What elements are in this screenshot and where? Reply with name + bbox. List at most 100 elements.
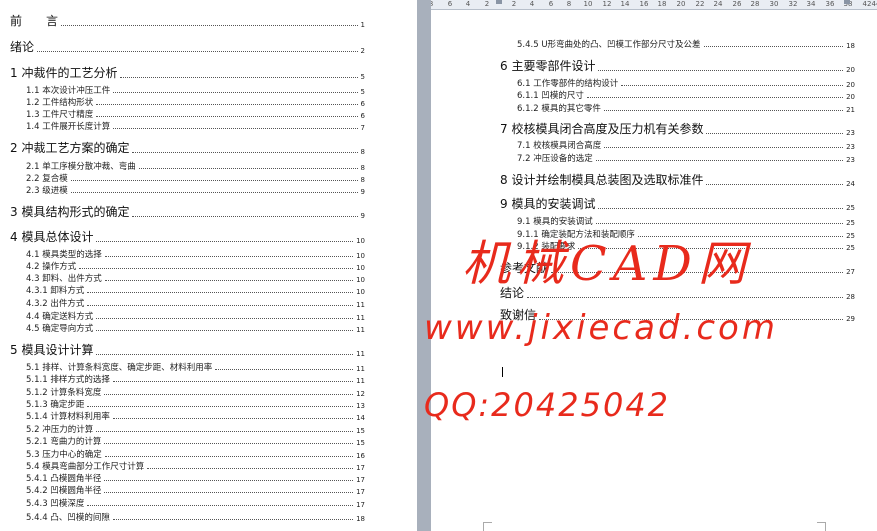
toc-dot-leader [147, 468, 354, 469]
toc-entry[interactable]: 5.1.4 计算材料利用率 14 [26, 410, 365, 422]
toc-page-number: 8 [360, 148, 365, 156]
toc-entry[interactable]: 结论 28 [500, 284, 855, 301]
toc-entry[interactable]: 4.5 确定导向方式 11 [26, 322, 365, 334]
toc-dot-leader [96, 431, 354, 432]
toc-page-number: 20 [846, 93, 855, 101]
toc-dot-leader [96, 116, 358, 117]
toc-entry[interactable]: 5.2 冲压力的计算 15 [26, 423, 365, 435]
toc-entry-title: 6 主要零部件设计 [500, 59, 596, 73]
toc-entry[interactable]: 5.1.2 计算条料宽度 12 [26, 386, 365, 398]
toc-page-number: 11 [356, 301, 365, 309]
toc-entry[interactable]: 5.4.5 U形弯曲处的凸、凹模工作部分尺寸及公差 18 [517, 38, 855, 50]
toc-entry[interactable]: 6.1 工作零部件的结构设计 20 [517, 77, 855, 89]
toc-entry[interactable]: 2.2 复合模 8 [26, 172, 365, 184]
toc-entry[interactable]: 4.3.2 出件方式 11 [26, 297, 365, 309]
toc-entry[interactable]: 1.4 工件展开长度计算 7 [26, 120, 365, 132]
toc-dot-leader [621, 85, 844, 86]
toc-entry-title: 5.4 模具弯曲部分工作尺寸计算 [26, 462, 145, 472]
toc-page-number: 5 [360, 88, 365, 96]
toc-entry[interactable]: 4.4 确定送料方式 11 [26, 310, 365, 322]
toc-entry[interactable]: 5.4.3 凹模深度 17 [26, 497, 365, 509]
toc-dot-leader [132, 216, 358, 217]
toc-dot-leader [604, 147, 844, 148]
toc-dot-leader [637, 236, 844, 237]
toc-entry[interactable]: 4.2 操作方式 10 [26, 260, 365, 272]
toc-entry-title: 4.1 模具类型的选择 [26, 250, 102, 260]
ruler-tick-label: 2 [511, 0, 517, 8]
toc-entry[interactable]: 5.2.1 弯曲力的计算 15 [26, 435, 365, 447]
toc-entry[interactable]: 2.1 单工序模分散冲裁、弯曲 8 [26, 160, 365, 172]
toc-entry[interactable]: 6.1.2 模具的其它零件 21 [517, 102, 855, 114]
toc-entry[interactable]: 4.3 卸料、出件方式 10 [26, 272, 365, 284]
toc-entry-title: 9.1 模具的安装调试 [517, 217, 593, 227]
toc-dot-leader [586, 97, 844, 98]
toc-entry-title: 5.4.3 凹模深度 [26, 499, 85, 509]
toc-entry[interactable]: 1.1 本次设计冲压工件 5 [26, 84, 365, 96]
toc-entry[interactable]: 绪论 2 [10, 38, 365, 55]
toc-entry[interactable]: 7 校核模具闭合高度及压力机有关参数 23 [500, 120, 855, 137]
toc-entry[interactable]: 8 设计并绘制模具总装图及选取标准件 24 [500, 171, 855, 188]
toc-entry-title: 5 模具设计计算 [10, 343, 94, 357]
horizontal-ruler[interactable]: 8642246810121416182022242628303234363842… [431, 0, 877, 10]
toc-page-number: 24 [846, 180, 855, 188]
toc-entry-title: 2.2 复合模 [26, 174, 68, 184]
toc-entry[interactable]: 9 模具的安装调试 25 [500, 195, 855, 212]
toc-entry[interactable]: 前 言 1 [10, 12, 365, 29]
ruler-indent-marker[interactable] [496, 0, 502, 4]
toc-entry-title: 6.1.1 凹模的尺寸 [517, 91, 584, 101]
toc-entry[interactable]: 1 冲裁件的工艺分析 5 [10, 64, 365, 81]
toc-entry[interactable]: 6.1.1 凹模的尺寸 20 [517, 89, 855, 101]
toc-entry[interactable]: 致谢信 29 [500, 306, 855, 323]
toc-dot-leader [578, 248, 844, 249]
ruler-indent-marker[interactable] [844, 0, 850, 4]
toc-dot-leader [87, 305, 354, 306]
toc-entry[interactable]: 5.1.3 确定步距 13 [26, 398, 365, 410]
toc-entry[interactable]: 1.3 工件尺寸精度 6 [26, 108, 365, 120]
toc-entry[interactable]: 5.1 排样、计算条料宽度、确定步距、材料利用率 11 [26, 361, 365, 373]
toc-entry[interactable]: 1.2 工件结构形状 6 [26, 96, 365, 108]
toc-entry[interactable]: 9.1.1 确定装配方法和装配顺序 25 [517, 228, 855, 240]
toc-entry-title: 4.3.1 卸料方式 [26, 286, 85, 296]
toc-entry-title: 7.2 冲压设备的选定 [517, 154, 593, 164]
toc-page-number: 18 [846, 42, 855, 50]
toc-entry[interactable]: 5.4.2 凹模圆角半径 17 [26, 484, 365, 496]
toc-entry[interactable]: 9.1.2 装配要求 25 [517, 240, 855, 252]
toc-dot-leader [113, 128, 358, 129]
document-page-left[interactable]: 前 言 1 绪论 2 1 冲裁件的工艺分析 5 1.1 本次设计冲压工件 5 1.2 工件结构形… [0, 0, 417, 531]
ruler-tick-label: 8 [431, 0, 433, 9]
ruler-tick-label: 8 [566, 0, 572, 8]
toc-entry-title: 8 设计并绘制模具总装图及选取标准件 [500, 173, 704, 187]
toc-entry[interactable]: 5.4 模具弯曲部分工作尺寸计算 17 [26, 460, 365, 472]
toc-page-number: 20 [846, 81, 855, 89]
toc-entry[interactable]: 4.3.1 卸料方式 10 [26, 284, 365, 296]
toc-entry[interactable]: 4 模具总体设计 10 [10, 228, 365, 245]
toc-entry[interactable]: 5.4.1 凸模圆角半径 17 [26, 472, 365, 484]
toc-entry[interactable]: 7.2 冲压设备的选定 23 [517, 152, 855, 164]
toc-page-number: 29 [846, 315, 855, 323]
toc-entry[interactable]: 4.1 模具类型的选择 10 [26, 248, 365, 260]
toc-dot-leader [598, 208, 844, 209]
toc-page-number: 11 [356, 326, 365, 334]
toc-entry[interactable]: 3 模具结构形式的确定 9 [10, 203, 365, 220]
toc-page-number: 10 [356, 237, 365, 245]
toc-entry[interactable]: 5.3 压力中心的确定 16 [26, 448, 365, 460]
toc-dot-leader [96, 354, 354, 355]
toc-page-number: 12 [356, 390, 365, 398]
toc-dot-leader [598, 70, 844, 71]
document-page-right[interactable]: 8642246810121416182022242628303234363842… [431, 0, 877, 531]
toc-entry[interactable]: 2 冲裁工艺方案的确定 8 [10, 139, 365, 156]
toc-entry-title: 1.2 工件结构形状 [26, 98, 94, 108]
toc-entry[interactable]: 2.3 级进模 9 [26, 184, 365, 196]
toc-dot-leader [70, 192, 358, 193]
toc-entry[interactable]: 5 模具设计计算 11 [10, 341, 365, 358]
toc-entry-title: 5.4.4 凸、凹模的间隙 [26, 513, 110, 523]
toc-entry[interactable]: 5.1.1 排样方式的选择 11 [26, 373, 365, 385]
toc-entry[interactable]: 5.4.4 凸、凹模的间隙 18 [26, 511, 365, 523]
toc-page-number: 15 [356, 427, 365, 435]
toc-entry[interactable]: 参考文献 27 [500, 259, 855, 276]
toc-entry-title: 5.1.2 计算条料宽度 [26, 388, 102, 398]
toc-entry[interactable]: 6 主要零部件设计 20 [500, 57, 855, 74]
toc-entry[interactable]: 9.1 模具的安装调试 25 [517, 215, 855, 227]
toc-entry[interactable]: 7.1 校核模具闭合高度 23 [517, 139, 855, 151]
toc-entry-title: 前 言 [10, 14, 59, 28]
